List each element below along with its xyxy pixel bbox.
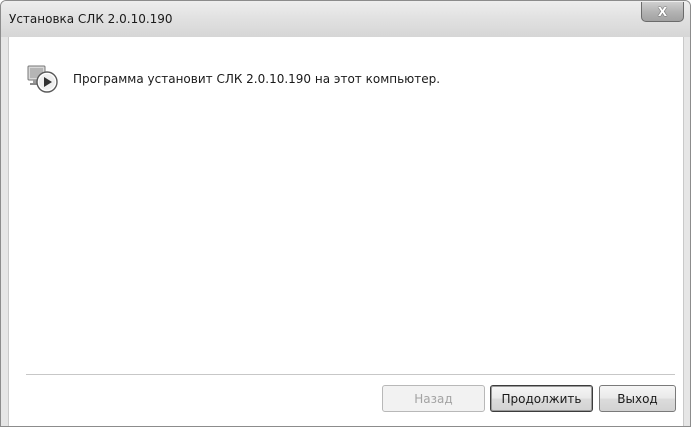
title-bar[interactable]: Установка СЛК 2.0.10.190 X [1, 1, 690, 37]
back-button[interactable]: Назад [382, 385, 485, 412]
content-panel: Программа установит СЛК 2.0.10.190 на эт… [8, 37, 684, 426]
installer-window: Установка СЛК 2.0.10.190 X Программа уст… [0, 0, 691, 427]
continue-button[interactable]: Продолжить [490, 385, 593, 412]
message-row: Программа установит СЛК 2.0.10.190 на эт… [27, 64, 440, 94]
button-divider [26, 374, 675, 376]
install-message: Программа установит СЛК 2.0.10.190 на эт… [73, 72, 441, 86]
close-icon: X [657, 4, 668, 19]
window-title: Установка СЛК 2.0.10.190 [9, 12, 173, 26]
setup-play-icon [27, 65, 58, 93]
close-button[interactable]: X [641, 2, 684, 22]
exit-button[interactable]: Выход [599, 385, 676, 412]
